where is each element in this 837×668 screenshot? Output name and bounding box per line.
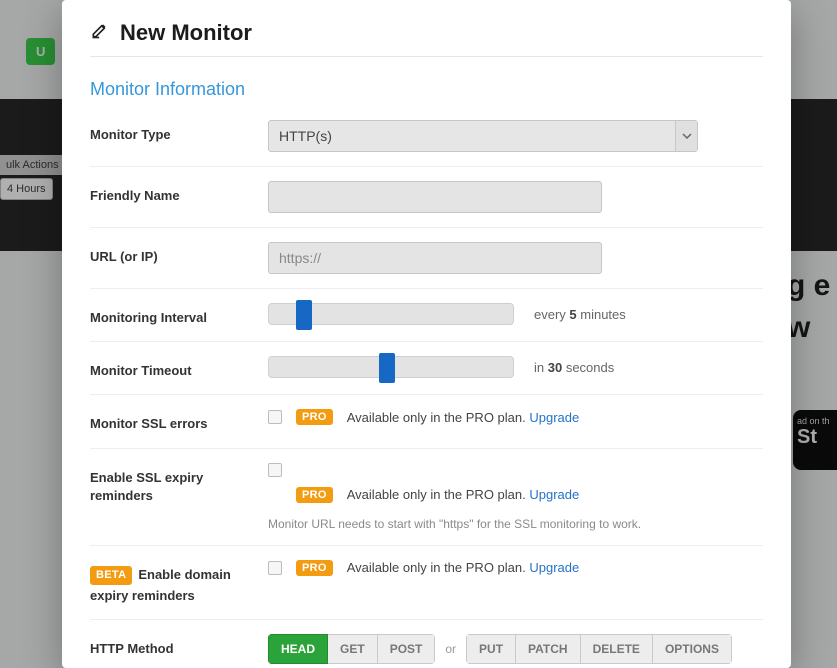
timeout-caption: in 30 seconds (534, 360, 614, 375)
friendly-name-input[interactable] (268, 181, 602, 213)
label-monitor-type: Monitor Type (90, 120, 268, 144)
interval-caption: every 5 minutes (534, 307, 626, 322)
interval-slider-handle[interactable] (296, 300, 312, 330)
domain-expiry-checkbox[interactable] (268, 561, 282, 575)
section-title: Monitor Information (90, 79, 763, 100)
interval-slider[interactable] (268, 303, 514, 325)
http-method-options[interactable]: OPTIONS (653, 634, 732, 664)
monitor-type-value: HTTP(s) (279, 128, 332, 144)
http-method-delete[interactable]: DELETE (581, 634, 653, 664)
http-method-seg-right: PUTPATCHDELETEOPTIONS (466, 634, 732, 664)
pro-badge: PRO (296, 487, 333, 503)
row-ssl-expiry: Enable SSL expiry reminders PRO Availabl… (90, 449, 763, 546)
row-url: URL (or IP) https:// (90, 228, 763, 289)
pro-badge: PRO (296, 409, 333, 425)
label-domain-expiry: BETA Enable domain expiry reminders (90, 560, 268, 606)
edit-icon (90, 20, 110, 46)
ssl-expiry-checkbox[interactable] (268, 463, 282, 477)
modal-title: New Monitor (90, 20, 763, 57)
interval-caption-suffix: minutes (577, 307, 626, 322)
label-timeout: Monitor Timeout (90, 356, 268, 380)
pro-badge: PRO (296, 560, 333, 576)
row-friendly-name: Friendly Name (90, 167, 763, 228)
interval-value: 5 (569, 307, 576, 322)
beta-badge: BETA (90, 566, 132, 585)
label-interval: Monitoring Interval (90, 303, 268, 327)
label-http-method: HTTP Method (90, 634, 268, 658)
ssl-errors-checkbox[interactable] (268, 410, 282, 424)
upgrade-link[interactable]: Upgrade (529, 560, 579, 575)
row-domain-expiry: BETA Enable domain expiry reminders PRO … (90, 546, 763, 621)
label-domain-expiry-line2: expiry reminders (90, 587, 268, 605)
row-timeout: Monitor Timeout in 30 seconds (90, 342, 763, 395)
http-method-seg-left: HEADGETPOST (268, 634, 435, 664)
timeout-slider[interactable] (268, 356, 514, 378)
label-ssl-expiry: Enable SSL expiry reminders (90, 463, 268, 505)
monitor-type-select[interactable]: HTTP(s) (268, 120, 698, 152)
chevron-down-icon (675, 121, 697, 151)
upgrade-link[interactable]: Upgrade (529, 487, 579, 502)
url-placeholder: https:// (279, 250, 321, 266)
row-interval: Monitoring Interval every 5 minutes (90, 289, 763, 342)
timeout-value: 30 (548, 360, 562, 375)
ssl-hint: Monitor URL needs to start with "https" … (268, 517, 763, 531)
row-ssl-errors: Monitor SSL errors PRO Available only in… (90, 395, 763, 448)
ssl-expiry-pro-text: Available only in the PRO plan. (347, 487, 530, 502)
timeout-caption-suffix: seconds (562, 360, 614, 375)
domain-expiry-pro-text: Available only in the PRO plan. (347, 560, 530, 575)
label-friendly-name: Friendly Name (90, 181, 268, 205)
timeout-caption-prefix: in (534, 360, 548, 375)
row-http-method: HTTP Method HEADGETPOST or PUTPATCHDELET… (90, 620, 763, 668)
upgrade-link[interactable]: Upgrade (529, 410, 579, 425)
url-input[interactable]: https:// (268, 242, 602, 274)
row-monitor-type: Monitor Type HTTP(s) (90, 106, 763, 167)
ssl-errors-pro-text: Available only in the PRO plan. (347, 410, 530, 425)
label-ssl-errors: Monitor SSL errors (90, 409, 268, 433)
http-method-group: HEADGETPOST or PUTPATCHDELETEOPTIONS (268, 634, 763, 664)
http-method-get[interactable]: GET (328, 634, 378, 664)
interval-caption-prefix: every (534, 307, 569, 322)
http-method-post[interactable]: POST (378, 634, 436, 664)
http-method-patch[interactable]: PATCH (516, 634, 581, 664)
timeout-slider-handle[interactable] (379, 353, 395, 383)
label-url: URL (or IP) (90, 242, 268, 266)
label-domain-expiry-line1: Enable domain (138, 566, 230, 584)
new-monitor-modal: New Monitor Monitor Information Monitor … (62, 0, 791, 668)
or-separator: or (435, 642, 466, 656)
http-method-head[interactable]: HEAD (268, 634, 328, 664)
modal-title-text: New Monitor (120, 20, 252, 46)
http-method-put[interactable]: PUT (466, 634, 516, 664)
